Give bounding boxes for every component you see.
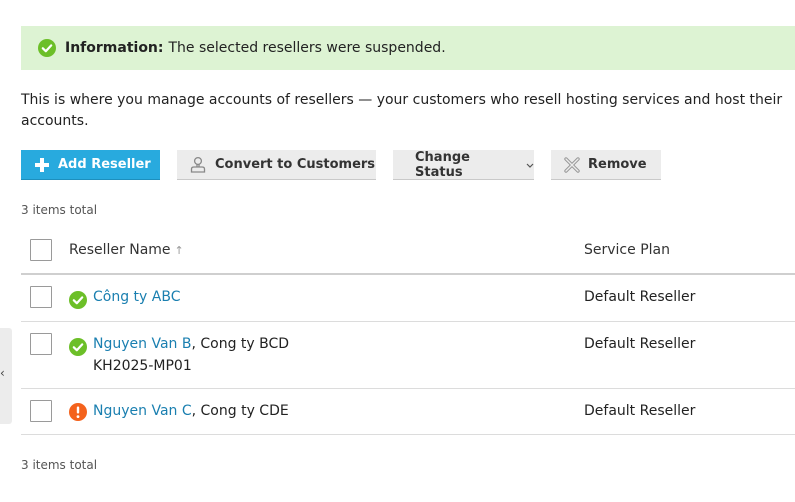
reseller-name-cell: Nguyen Van C, Cong ty CDE bbox=[93, 400, 289, 422]
status-active-icon bbox=[69, 338, 87, 356]
company-name: , Cong ty BCD bbox=[191, 336, 290, 352]
change-status-label: Change Status bbox=[415, 149, 470, 180]
table-row: Công ty ABC Default Reseller bbox=[21, 275, 795, 322]
row-checkbox[interactable] bbox=[30, 400, 52, 422]
change-status-button[interactable]: Change Status bbox=[393, 150, 534, 180]
company-name: , Cong ty CDE bbox=[191, 403, 289, 419]
table-header: Reseller Name ↑ Service Plan bbox=[21, 228, 795, 275]
add-reseller-button[interactable]: Add Reseller bbox=[21, 150, 160, 180]
convert-to-customers-button[interactable]: Convert to Customers bbox=[177, 150, 376, 180]
message-text: The selected resellers were suspended. bbox=[168, 40, 446, 56]
reseller-login: KH2025-MP01 bbox=[93, 358, 192, 374]
plus-icon bbox=[35, 157, 49, 172]
row-checkbox[interactable] bbox=[30, 286, 52, 308]
chevron-left-icon: ‹ bbox=[0, 366, 5, 380]
convert-label: Convert to Customers bbox=[215, 157, 376, 172]
reseller-link[interactable]: Nguyen Van C bbox=[93, 403, 192, 419]
resellers-table: Reseller Name ↑ Service Plan Công ty ABC … bbox=[21, 228, 795, 435]
remove-label: Remove bbox=[588, 157, 647, 172]
check-circle-icon bbox=[38, 39, 56, 57]
sort-ascending-icon: ↑ bbox=[174, 244, 184, 257]
select-all-checkbox[interactable] bbox=[30, 239, 52, 261]
status-active-icon bbox=[69, 291, 87, 309]
reseller-link[interactable]: Công ty ABC bbox=[93, 289, 181, 305]
message-label: Information: bbox=[65, 40, 164, 56]
column-reseller-name[interactable]: Reseller Name ↑ bbox=[69, 242, 184, 258]
add-reseller-label: Add Reseller bbox=[58, 157, 151, 172]
reseller-link[interactable]: Nguyen Van B bbox=[93, 336, 191, 352]
remove-x-icon bbox=[564, 156, 580, 173]
reseller-name-cell: Nguyen Van B, Cong ty BCD KH2025-MP01 bbox=[93, 333, 289, 377]
user-icon bbox=[190, 156, 206, 173]
row-checkbox[interactable] bbox=[30, 333, 52, 355]
service-plan-cell: Default Reseller bbox=[584, 336, 696, 352]
items-total-bottom: 3 items total bbox=[21, 458, 98, 472]
service-plan-cell: Default Reseller bbox=[584, 403, 696, 419]
reseller-name-cell: Công ty ABC bbox=[93, 286, 181, 308]
table-row: Nguyen Van B, Cong ty BCD KH2025-MP01 De… bbox=[21, 322, 795, 389]
remove-button[interactable]: Remove bbox=[551, 150, 661, 180]
sidebar-toggle[interactable]: ‹ bbox=[0, 328, 12, 424]
status-suspended-icon bbox=[69, 403, 87, 421]
service-plan-cell: Default Reseller bbox=[584, 289, 696, 305]
items-total-top: 3 items total bbox=[21, 203, 98, 217]
page-description: This is where you manage accounts of res… bbox=[21, 92, 783, 129]
info-message: Information: The selected resellers were… bbox=[21, 26, 795, 70]
table-row: Nguyen Van C, Cong ty CDE Default Resell… bbox=[21, 389, 795, 435]
column-service-plan[interactable]: Service Plan bbox=[584, 242, 670, 258]
chevron-down-icon bbox=[526, 163, 534, 168]
